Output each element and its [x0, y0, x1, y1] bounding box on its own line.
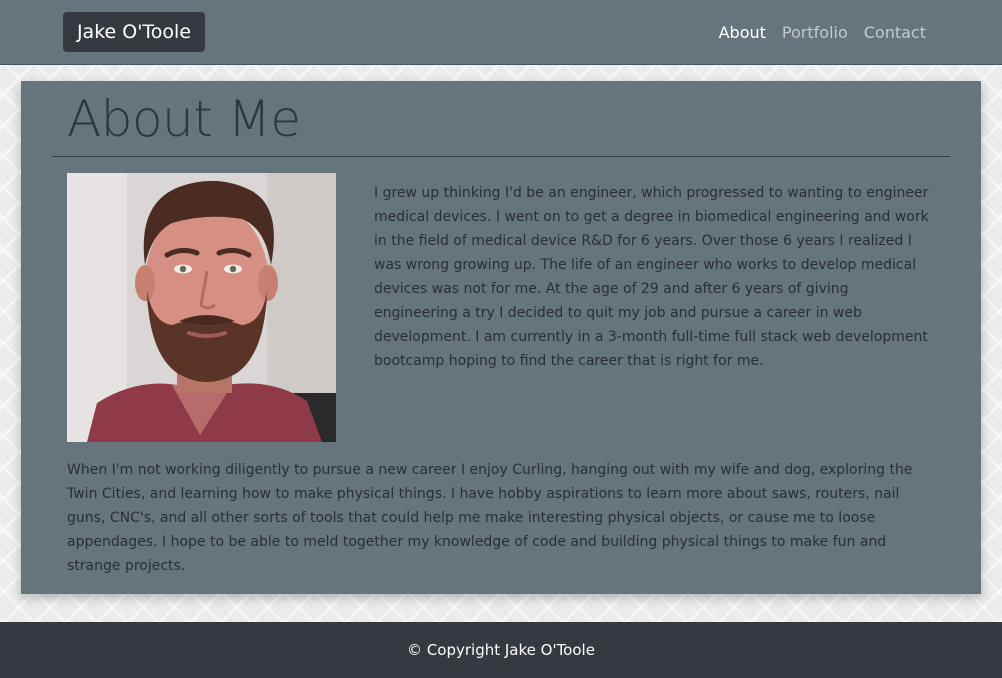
brand-logo-link[interactable]: Jake O'Toole — [63, 12, 205, 52]
navbar: Jake O'Toole About Portfolio Contact — [0, 0, 1002, 65]
bio-paragraph-2: When I'm not working diligently to pursu… — [67, 462, 913, 574]
page-title: About Me — [67, 90, 301, 148]
title-divider — [52, 156, 950, 157]
nav-links: About Portfolio Contact — [719, 0, 926, 64]
nav-link-about[interactable]: About — [719, 23, 766, 42]
nav-link-contact[interactable]: Contact — [864, 23, 926, 42]
profile-photo — [67, 173, 336, 442]
copyright-text: © Copyright Jake O'Toole — [407, 641, 595, 659]
footer: © Copyright Jake O'Toole — [0, 622, 1002, 678]
about-card: About Me I grew up thinking I'd be an en… — [21, 81, 981, 594]
nav-link-portfolio[interactable]: Portfolio — [782, 23, 848, 42]
bio-paragraph-1: I grew up thinking I'd be an engineer, w… — [374, 185, 929, 369]
